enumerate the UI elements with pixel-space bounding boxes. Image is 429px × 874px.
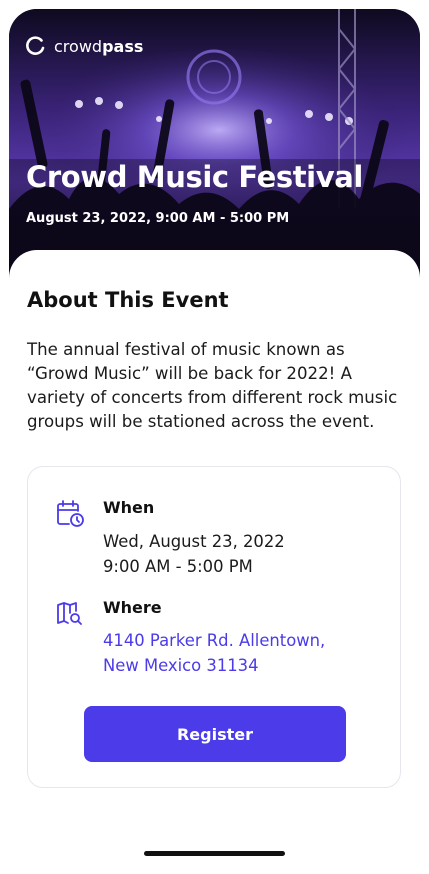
- when-date: Wed, August 23, 2022: [103, 532, 285, 551]
- event-title: Crowd Music Festival: [26, 160, 363, 194]
- brand-name: crowdpass: [54, 36, 144, 56]
- about-heading: About This Event: [27, 288, 229, 312]
- when-label: When: [103, 498, 155, 517]
- crowdpass-logo-icon: [26, 36, 45, 55]
- event-datetime: August 23, 2022, 9:00 AM - 5:00 PM: [26, 211, 290, 226]
- address-line-1-link[interactable]: 4140 Parker Rd. Allentown,: [103, 628, 325, 653]
- brand: crowdpass: [26, 36, 143, 56]
- about-description: The annual festival of music known as “G…: [27, 340, 398, 431]
- map-search-icon: [57, 602, 82, 625]
- calendar-clock-icon: [57, 500, 84, 527]
- when-time: 9:00 AM - 5:00 PM: [103, 557, 253, 576]
- register-button[interactable]: Register: [84, 706, 346, 762]
- where-label: Where: [103, 598, 162, 617]
- home-indicator: [144, 851, 285, 856]
- address-line-2-link[interactable]: New Mexico 31134: [103, 653, 259, 678]
